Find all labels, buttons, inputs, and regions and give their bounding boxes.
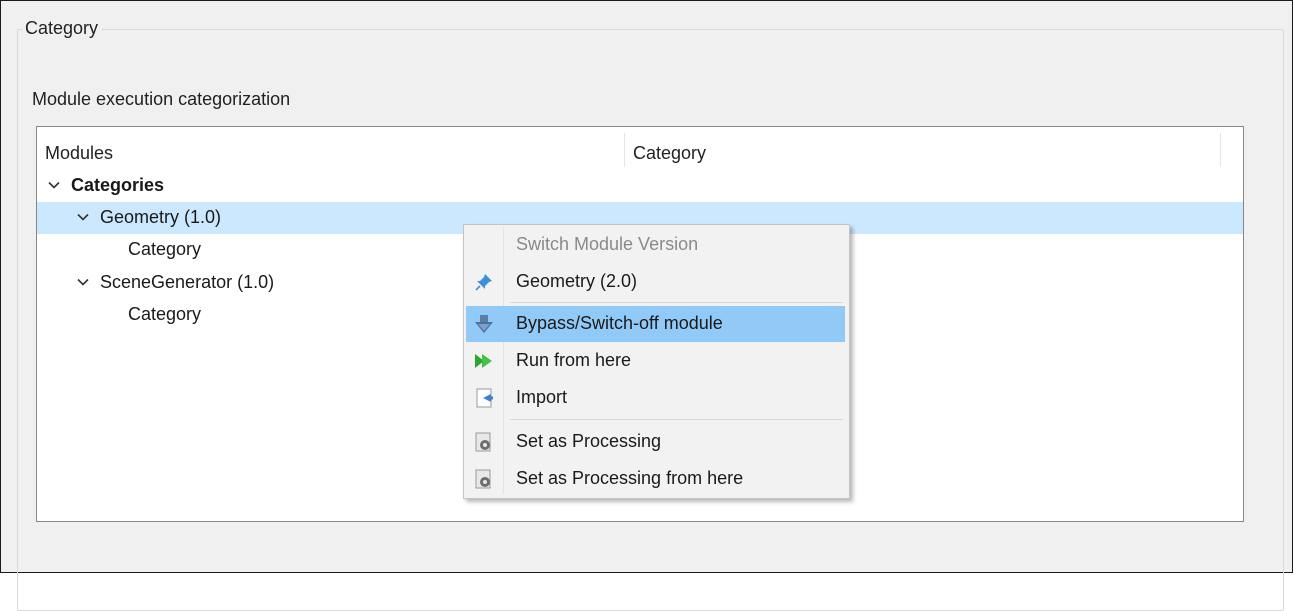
tree-row-label: Category xyxy=(128,239,202,259)
menu-item-set-as-processing[interactable]: Set as Processing xyxy=(466,424,845,460)
chevron-down-icon[interactable] xyxy=(77,211,89,223)
menu-item-label: Set as Processing from here xyxy=(516,468,744,488)
group-title: Category xyxy=(22,18,102,39)
tree-header: Modules Category xyxy=(37,127,1243,171)
bypass-arrow-icon xyxy=(475,315,493,333)
tree-row-categories[interactable]: Categories xyxy=(37,170,1243,202)
menu-item-set-as-processing-from-here[interactable]: Set as Processing from here xyxy=(466,461,845,497)
tree-row-label: SceneGenerator (1.0) xyxy=(100,272,275,292)
column-header-category[interactable]: Category xyxy=(625,133,1221,167)
menu-item-label: Import xyxy=(516,387,568,407)
chevron-down-icon[interactable] xyxy=(48,179,60,191)
tree-row-label: Categories xyxy=(71,175,165,195)
context-menu: Switch Module Version Geometry (2.0) Byp… xyxy=(463,224,850,499)
processing-gear-icon xyxy=(475,469,491,489)
column-header-modules[interactable]: Modules xyxy=(37,133,625,167)
menu-item-label: Set as Processing xyxy=(516,431,662,451)
menu-item-bypass-module[interactable]: Bypass/Switch-off module xyxy=(466,306,845,342)
chevron-down-icon[interactable] xyxy=(77,276,89,288)
processing-gear-icon xyxy=(475,432,491,452)
section-label: Module execution categorization xyxy=(32,89,291,109)
menu-item-label: Geometry (2.0) xyxy=(516,271,638,291)
menu-item-label: Run from here xyxy=(516,350,632,370)
fast-forward-icon xyxy=(475,354,492,368)
menu-item-geometry-2[interactable]: Geometry (2.0) xyxy=(466,264,845,300)
menu-item-import[interactable]: Import xyxy=(466,380,845,416)
tree-row-label: Geometry (1.0) xyxy=(100,207,222,227)
menu-separator xyxy=(510,302,843,303)
menu-item-label: Bypass/Switch-off module xyxy=(516,313,723,333)
menu-item-switch-module-version: Switch Module Version xyxy=(466,227,845,263)
menu-separator xyxy=(510,419,843,420)
import-icon xyxy=(476,388,493,408)
menu-item-label: Switch Module Version xyxy=(516,234,699,254)
tree-row-label: Category xyxy=(128,304,202,324)
pin-icon xyxy=(475,274,492,291)
menu-item-run-from-here[interactable]: Run from here xyxy=(466,343,845,379)
